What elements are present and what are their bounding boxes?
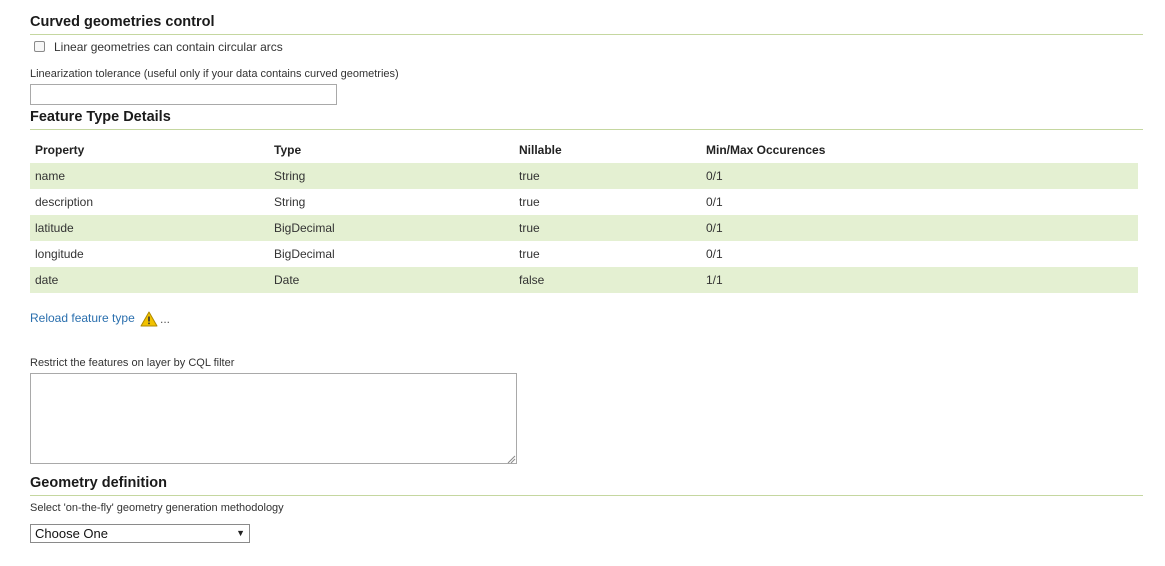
cell-nillable: true xyxy=(519,195,540,209)
cell-occurences: 0/1 xyxy=(706,221,723,235)
cell-occurences: 0/1 xyxy=(706,195,723,209)
cell-type: String xyxy=(274,169,306,183)
cell-occurences: 1/1 xyxy=(706,273,723,287)
header-occurences: Min/Max Occurences xyxy=(706,143,826,157)
resize-grip-icon[interactable] xyxy=(506,453,516,464)
circular-arcs-checkbox[interactable] xyxy=(34,41,45,52)
cell-property: description xyxy=(35,195,94,209)
warning-icon[interactable] xyxy=(140,311,158,327)
table-row: latitude BigDecimal true 0/1 xyxy=(30,215,1138,241)
cell-property: latitude xyxy=(35,221,74,235)
table-row: date Date false 1/1 xyxy=(30,267,1138,293)
dropdown-arrow-icon: ▼ xyxy=(236,528,245,538)
table-row: longitude BigDecimal true 0/1 xyxy=(30,241,1138,267)
cell-nillable: false xyxy=(519,273,545,287)
cell-occurences: 0/1 xyxy=(706,169,723,183)
tolerance-label: Linearization tolerance (useful only if … xyxy=(30,68,399,80)
header-property: Property xyxy=(35,143,85,157)
curved-geometries-title: Curved geometries control xyxy=(30,14,1143,35)
circular-arcs-label: Linear geometries can contain circular a… xyxy=(54,40,283,54)
tolerance-input[interactable] xyxy=(30,84,337,105)
cql-filter-label: Restrict the features on layer by CQL fi… xyxy=(30,357,235,369)
cell-occurences: 0/1 xyxy=(706,247,723,261)
cell-nillable: true xyxy=(519,221,540,235)
cell-nillable: true xyxy=(519,247,540,261)
cell-type: BigDecimal xyxy=(274,221,335,235)
table-header: Property Type Nillable Min/Max Occurence… xyxy=(30,137,1138,163)
cell-type: Date xyxy=(274,273,300,287)
cell-type: BigDecimal xyxy=(274,247,335,261)
table-row: description String true 0/1 xyxy=(30,189,1138,215)
cell-property: date xyxy=(35,273,59,287)
header-nillable: Nillable xyxy=(519,143,562,157)
header-type: Type xyxy=(274,143,302,157)
warning-ellipsis: ... xyxy=(160,312,171,326)
layer-config-panel: Curved geometries control Linear geometr… xyxy=(0,0,1165,566)
cell-type: String xyxy=(274,195,306,209)
cql-filter-textarea[interactable] xyxy=(30,373,517,464)
cell-nillable: true xyxy=(519,169,540,183)
cell-property: name xyxy=(35,169,66,183)
feature-type-title: Feature Type Details xyxy=(30,109,1143,130)
geometry-definition-title: Geometry definition xyxy=(30,475,1143,496)
feature-type-table: Property Type Nillable Min/Max Occurence… xyxy=(30,137,1138,293)
reload-feature-type-link[interactable]: Reload feature type xyxy=(30,311,135,325)
cell-property: longitude xyxy=(35,247,84,261)
geometry-method-select[interactable]: Choose One ▼ xyxy=(30,524,250,543)
geometry-method-value: Choose One xyxy=(35,526,108,541)
geometry-select-label: Select 'on-the-fly' geometry generation … xyxy=(30,502,284,514)
table-row: name String true 0/1 xyxy=(30,163,1138,189)
